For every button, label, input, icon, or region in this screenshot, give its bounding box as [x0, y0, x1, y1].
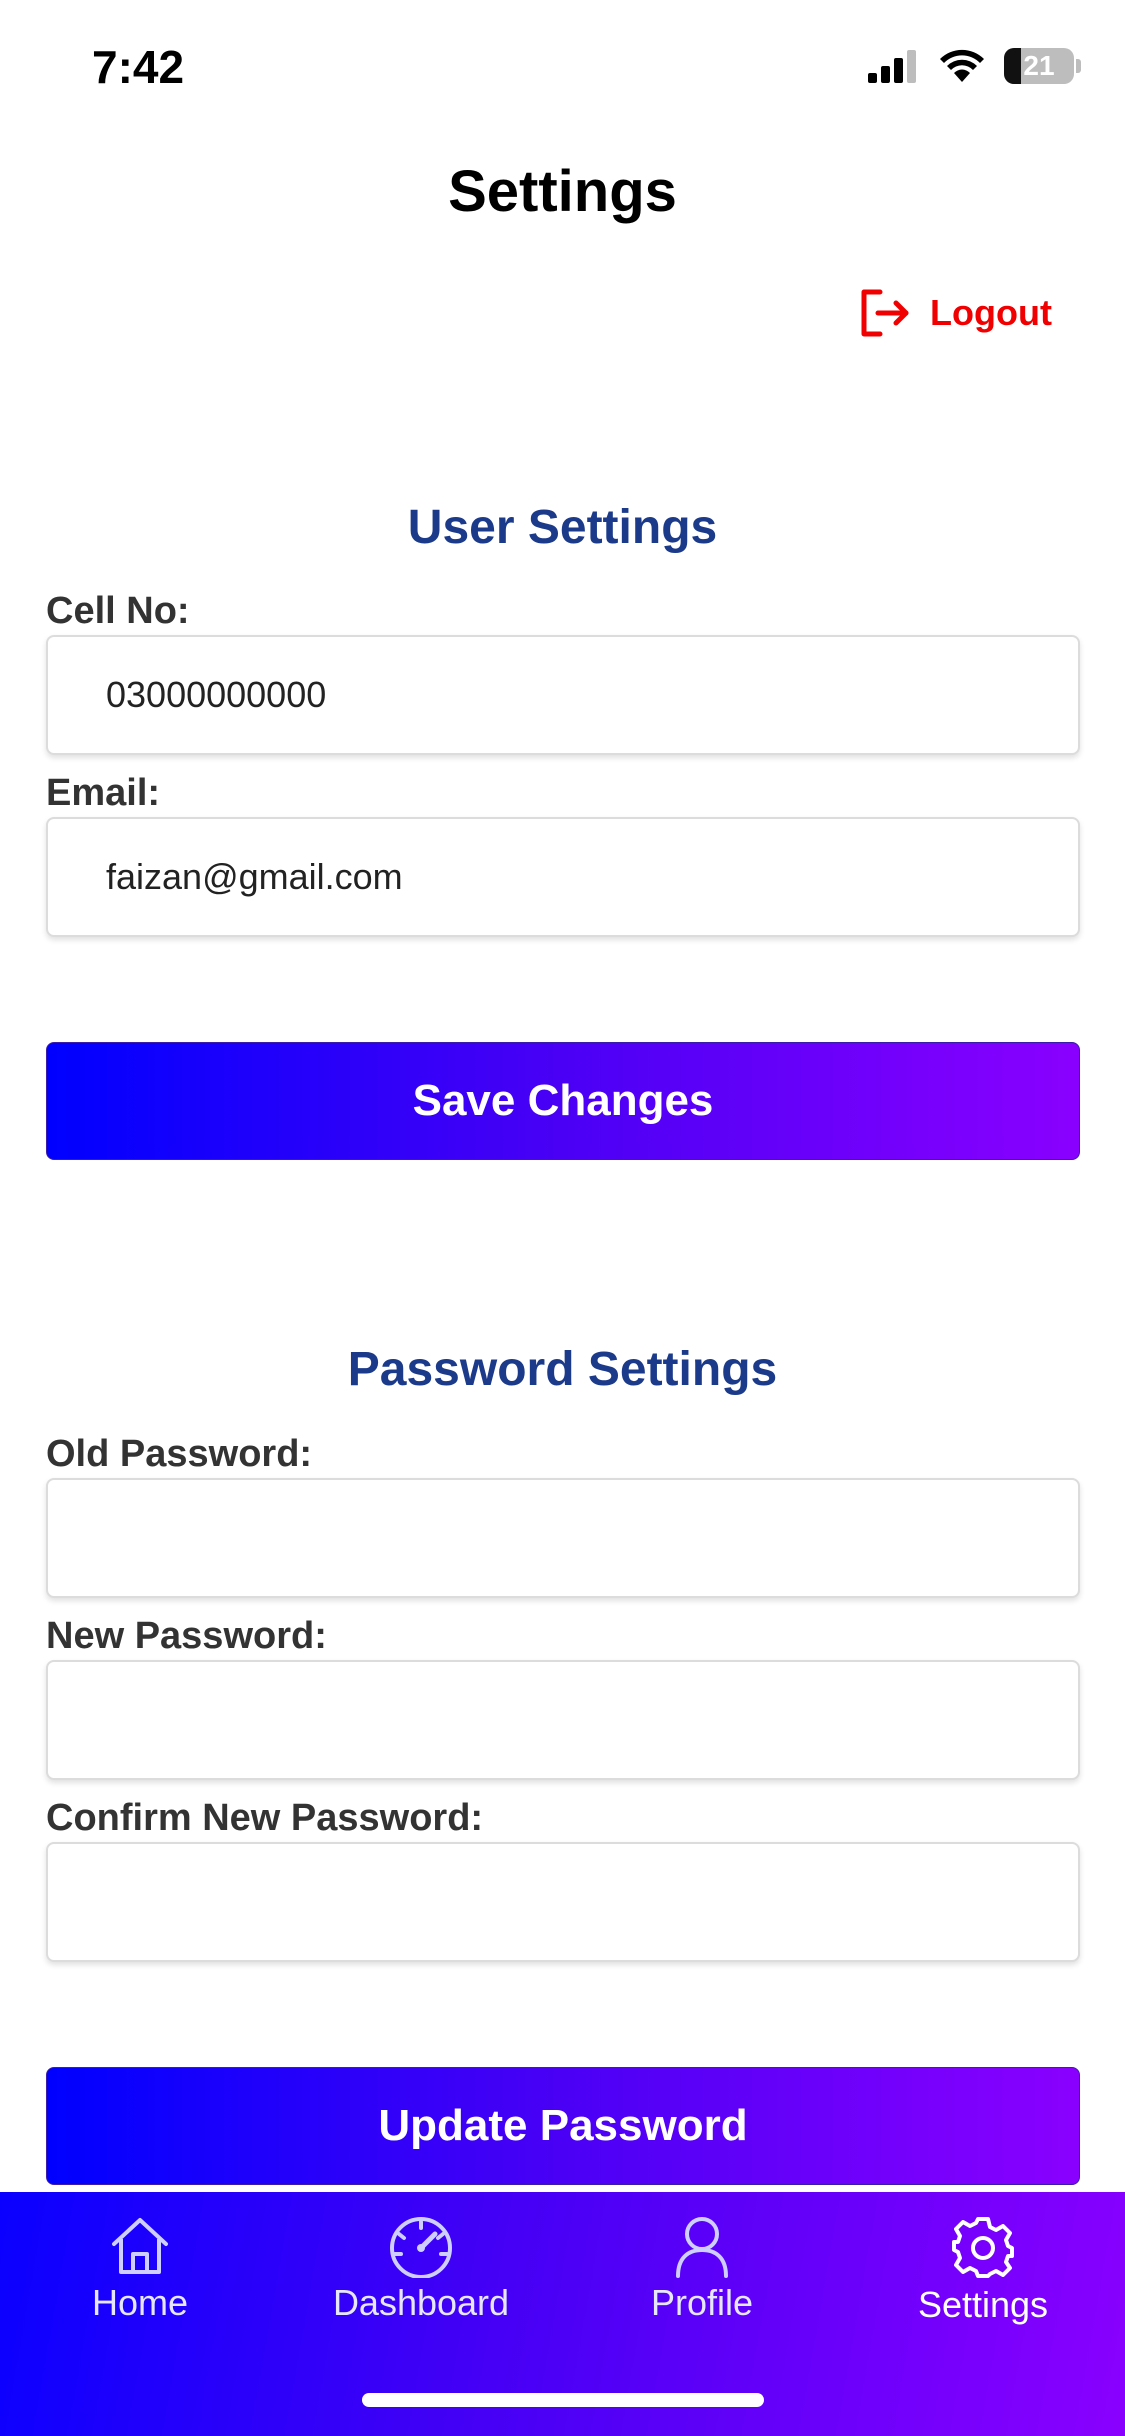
confirm-password-label: Confirm New Password: — [46, 1797, 484, 1839]
tab-profile-label: Profile — [650, 2282, 754, 2323]
status-icons: 21 — [868, 48, 1081, 84]
confirm-password-input[interactable] — [46, 1842, 1080, 1962]
cell-no-label: Cell No: — [46, 590, 190, 632]
email-input[interactable] — [46, 817, 1080, 937]
battery-level: 21 — [1023, 50, 1055, 81]
tab-profile[interactable]: Profile — [582, 2214, 822, 2324]
speedometer-icon — [390, 2217, 452, 2278]
logout-button[interactable]: Logout — [858, 288, 1052, 338]
password-settings-title: Password Settings — [347, 1343, 778, 1396]
tab-home-label: Home — [91, 2282, 189, 2323]
logout-label: Logout — [930, 292, 1052, 333]
save-changes-button[interactable]: Save Changes — [46, 1042, 1080, 1160]
tab-dashboard-label: Dashboard — [332, 2282, 510, 2323]
wifi-icon — [940, 49, 984, 82]
tab-settings[interactable]: Settings — [863, 2214, 1103, 2326]
status-time: 7:42 — [92, 41, 185, 93]
old-password-input[interactable] — [46, 1478, 1080, 1598]
settings-screen: 7:42 21 Settings Logout User Settings Ce… — [0, 0, 1125, 2436]
user-settings-title: User Settings — [407, 501, 718, 554]
battery-icon: 21 — [1004, 48, 1074, 84]
person-icon — [676, 2217, 728, 2278]
tab-dashboard[interactable]: Dashboard — [301, 2214, 541, 2324]
update-password-button[interactable]: Update Password — [46, 2067, 1080, 2185]
home-icon — [112, 2218, 168, 2274]
home-indicator — [362, 2393, 764, 2407]
old-password-label: Old Password: — [46, 1433, 313, 1475]
logout-icon — [861, 289, 909, 337]
email-label: Email: — [46, 772, 161, 814]
tab-settings-label: Settings — [917, 2284, 1049, 2325]
tab-home[interactable]: Home — [20, 2214, 260, 2324]
new-password-label: New Password: — [46, 1615, 327, 1657]
new-password-input[interactable] — [46, 1660, 1080, 1780]
cellular-signal-icon — [868, 50, 916, 83]
gear-icon — [952, 2217, 1014, 2278]
cell-no-input[interactable] — [46, 635, 1080, 755]
page-title: Settings — [448, 159, 677, 224]
